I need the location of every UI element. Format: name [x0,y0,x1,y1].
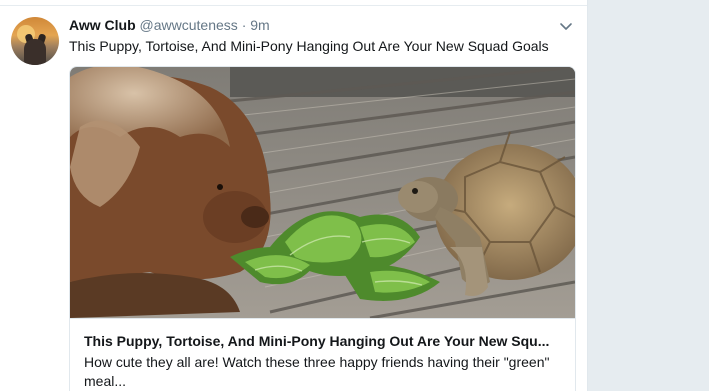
avatar[interactable] [11,17,59,65]
card-description: How cute they all are! Watch these three… [84,354,550,389]
card-content[interactable]: This Puppy, Tortoise, And Mini-Pony Hang… [70,318,575,389]
divider [0,5,587,6]
tweet-header: Aww Club @awwcuteness · 9m [69,15,270,35]
card-title[interactable]: This Puppy, Tortoise, And Mini-Pony Hang… [84,331,562,351]
separator-dot: · [241,17,247,33]
tweet-timestamp[interactable]: 9m [250,17,269,33]
right-sidebar-background [588,0,709,391]
avatar-dog [24,39,46,65]
display-name[interactable]: Aww Club [69,17,136,33]
chevron-down-icon[interactable] [559,20,573,34]
timeline: Aww Club @awwcuteness · 9m This Puppy, T… [0,0,588,391]
tweet-text: This Puppy, Tortoise, And Mini-Pony Hang… [69,38,549,54]
card-image[interactable] [70,67,575,318]
card-photo [70,67,575,318]
user-handle[interactable]: @awwcuteness [140,17,238,33]
link-card[interactable]: This Puppy, Tortoise, And Mini-Pony Hang… [69,66,576,391]
